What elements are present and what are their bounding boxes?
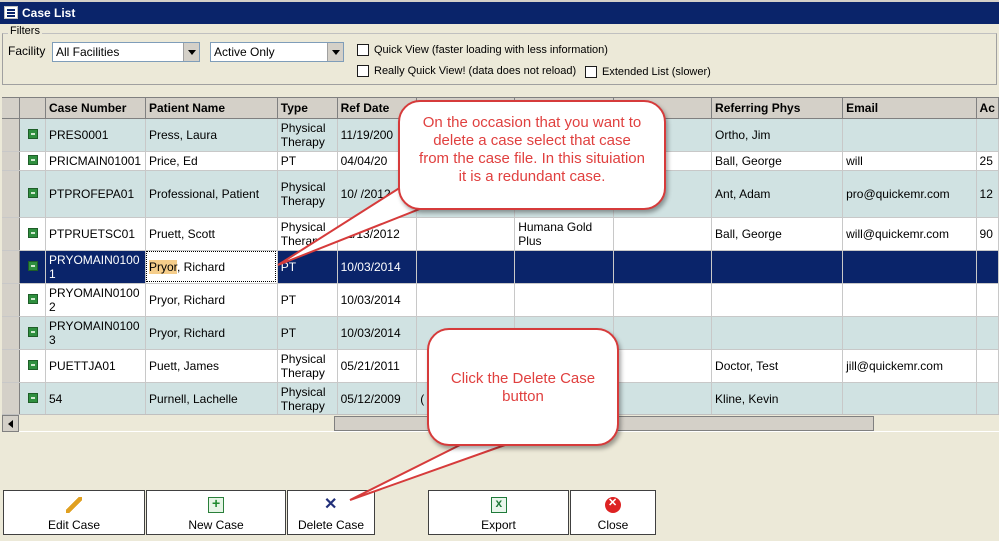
callout-line: button xyxy=(502,388,544,405)
bottom-callout-pointer xyxy=(349,438,506,501)
instruction-callout-top: On the occasion that you want to delete … xyxy=(398,100,666,210)
callout-line: delete a case select that case xyxy=(433,132,631,149)
callout-line: Click the Delete Case xyxy=(450,370,596,387)
callout-line: it is a redundant case. xyxy=(458,168,606,185)
instruction-callout-bottom: Click the Delete Case button xyxy=(427,328,619,446)
callout-line: from the case file. In this situiation xyxy=(419,150,645,167)
callout-pointers xyxy=(277,173,506,501)
callout-line: On the occasion that you want to xyxy=(422,114,642,131)
